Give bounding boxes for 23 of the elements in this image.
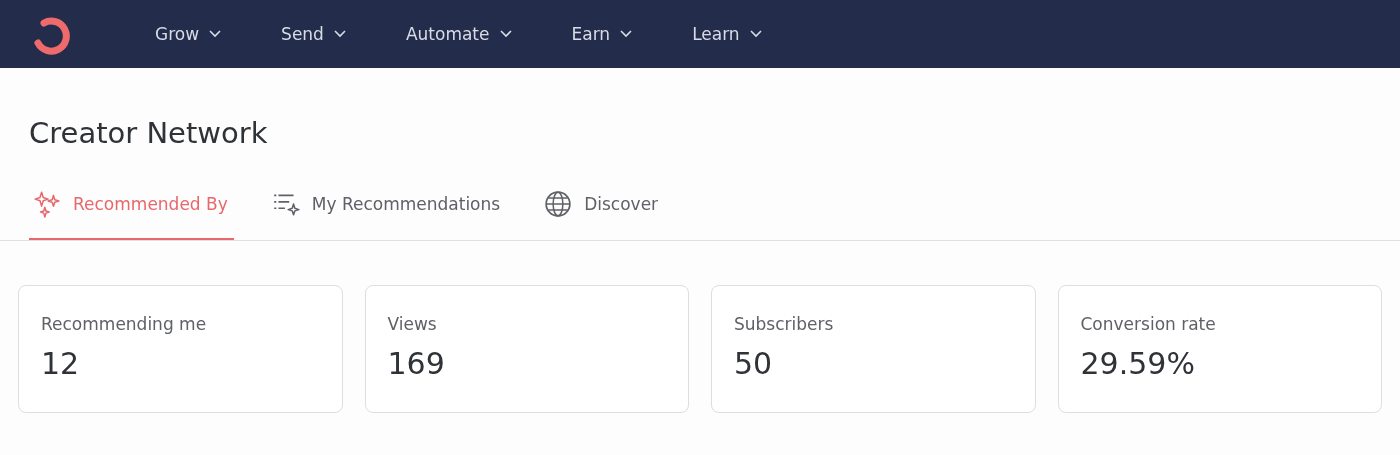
page-title: Creator Network	[29, 116, 269, 150]
tab[interactable]: My Recommendations	[267, 186, 507, 240]
stat-label: Views	[387, 314, 438, 334]
stat-value: 169	[387, 346, 446, 381]
globe-icon	[544, 190, 573, 218]
stat-label: Conversion rate	[1080, 314, 1217, 334]
chevron-down-icon	[333, 30, 346, 38]
nav-menu-item[interactable]: Learn	[692, 18, 762, 50]
nav-menu-item[interactable]: Earn	[571, 18, 633, 50]
chevron-down-icon	[749, 30, 762, 38]
nav-menu-item[interactable]: Send	[281, 18, 346, 50]
nav-menu-item[interactable]: Automate	[405, 18, 512, 50]
stat-label: Recommending me	[41, 314, 208, 334]
chevron-down-icon	[499, 30, 512, 38]
stat-value: 29.59%	[1080, 346, 1196, 381]
chevron-down-icon	[209, 30, 222, 38]
stat-value: 12	[41, 346, 81, 381]
stat-label: Subscribers	[734, 314, 835, 334]
tab[interactable]: Discover	[540, 186, 665, 240]
stat-value: 50	[734, 346, 774, 381]
chevron-down-icon	[620, 30, 633, 38]
nav-menu-item[interactable]: Grow	[155, 18, 222, 50]
sparkles-icon	[33, 190, 61, 218]
